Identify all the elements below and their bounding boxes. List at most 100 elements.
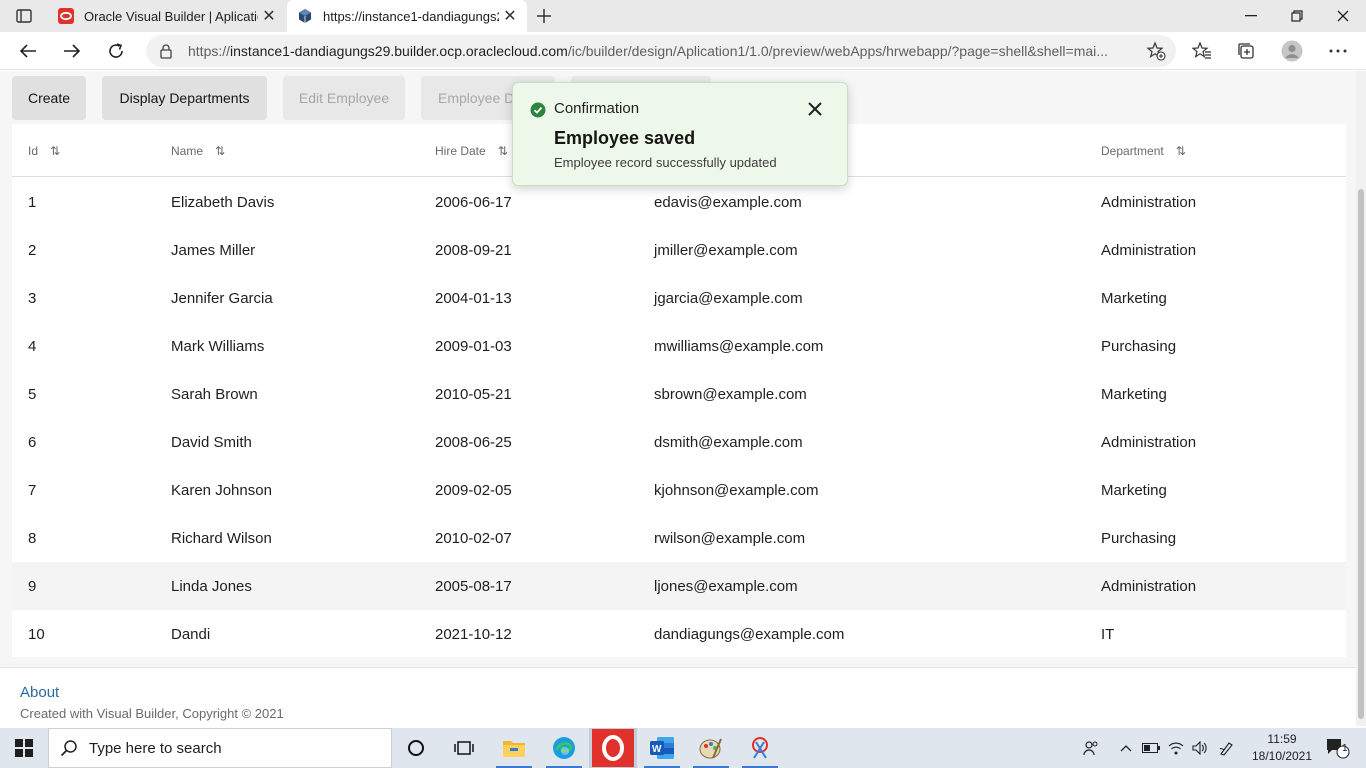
cell-name: David Smith — [171, 434, 252, 451]
about-link[interactable]: About — [20, 684, 59, 701]
table-row[interactable]: 7 Karen Johnson 2009-02-05 kjohnson@exam… — [12, 466, 1346, 514]
cell-id: 1 — [28, 194, 37, 211]
cube-icon — [297, 8, 313, 24]
refresh-icon[interactable] — [100, 36, 132, 66]
sort-icon[interactable]: ⇅ — [1176, 144, 1186, 158]
cell-email: kjohnson@example.com — [654, 482, 819, 499]
toast-title: Employee saved — [554, 128, 696, 148]
table-row[interactable]: 10 Dandi 2021-10-12 dandiagungs@example.… — [12, 610, 1346, 658]
cell-department: Purchasing — [1101, 338, 1177, 355]
column-header-id[interactable]: Id ⇅ — [28, 144, 60, 158]
cell-department: Administration — [1101, 194, 1197, 211]
address-bar[interactable]: https://instance1-dandiagungs29.builder.… — [146, 35, 1176, 67]
more-menu-icon[interactable] — [1322, 36, 1354, 66]
cell-name: Jennifer Garcia — [171, 290, 273, 307]
system-clock[interactable]: 11:59 18/10/2021 — [1244, 731, 1320, 765]
action-center-icon[interactable]: 1 — [1320, 728, 1356, 768]
back-icon[interactable] — [12, 36, 44, 66]
page-scrollbar[interactable] — [1356, 71, 1366, 726]
browser-tab-visual-builder[interactable]: Oracle Visual Builder | Aplication ✕ — [48, 0, 286, 32]
wifi-icon[interactable] — [1164, 728, 1188, 768]
cell-name: Karen Johnson — [171, 482, 272, 499]
url-host: instance1-dandiagungs29.builder.ocp.orac… — [230, 43, 568, 59]
svg-text:W: W — [652, 744, 662, 755]
sort-icon[interactable]: ⇅ — [50, 144, 60, 158]
cell-department: IT — [1101, 626, 1115, 643]
cell-hire-date: 2004-01-13 — [435, 290, 512, 307]
edge-browser-icon[interactable] — [540, 728, 588, 768]
sort-icon[interactable]: ⇅ — [215, 144, 225, 158]
restore-icon[interactable] — [1274, 0, 1320, 32]
copyright-text: Created with Visual Builder, Copyright ©… — [20, 706, 284, 721]
people-icon[interactable] — [1078, 728, 1104, 768]
opera-browser-icon[interactable] — [589, 728, 637, 768]
search-placeholder: Type here to search — [89, 739, 222, 757]
profile-avatar-icon[interactable] — [1276, 36, 1308, 66]
task-view-icon[interactable] — [440, 728, 488, 768]
edit-employee-button[interactable]: Edit Employee — [283, 76, 405, 120]
employees-table: Id ⇅ Name ⇅ Hire Date ⇅ Department ⇅ 1 Eliza… — [12, 124, 1346, 657]
cell-name: Richard Wilson — [171, 530, 272, 547]
cell-hire-date: 2009-02-05 — [435, 482, 512, 499]
collections-icon[interactable] — [1230, 36, 1262, 66]
snipping-tool-icon[interactable] — [736, 728, 784, 768]
file-explorer-icon[interactable] — [490, 728, 538, 768]
scrollbar-thumb[interactable] — [1358, 189, 1364, 719]
paint-icon[interactable] — [687, 728, 735, 768]
column-header-hire-date[interactable]: Hire Date ⇅ — [435, 144, 508, 158]
battery-icon[interactable] — [1140, 728, 1162, 768]
cell-name: Sarah Brown — [171, 386, 258, 403]
close-tab-icon[interactable]: ✕ — [499, 5, 521, 27]
display-departments-button[interactable]: Display Departments — [102, 76, 267, 120]
pen-workspace-icon[interactable] — [1214, 728, 1240, 768]
cell-email: dandiagungs@example.com — [654, 626, 845, 643]
column-label: Hire Date — [435, 144, 486, 158]
word-icon[interactable]: W — [638, 728, 686, 768]
tab-label: Oracle Visual Builder | Aplication — [84, 8, 258, 24]
toast-message: Employee record successfully updated — [554, 155, 777, 170]
tab-actions-icon[interactable] — [10, 7, 38, 25]
close-toast-icon[interactable] — [805, 99, 825, 119]
table-row[interactable]: 9 Linda Jones 2005-08-17 ljones@example.… — [12, 562, 1346, 610]
create-button[interactable]: Create — [12, 76, 86, 120]
cell-hire-date: 2008-09-21 — [435, 242, 512, 259]
cell-name: Mark Williams — [171, 338, 265, 355]
cortana-icon[interactable] — [392, 728, 440, 768]
cell-email: jgarcia@example.com — [654, 290, 803, 307]
cell-id: 4 — [28, 338, 37, 355]
url-text[interactable]: https://instance1-dandiagungs29.builder.… — [188, 43, 1128, 59]
close-tab-icon[interactable]: ✕ — [258, 5, 280, 27]
column-header-name[interactable]: Name ⇅ — [171, 144, 225, 158]
volume-icon[interactable] — [1188, 728, 1212, 768]
cell-id: 5 — [28, 386, 37, 403]
clock-time: 11:59 — [1267, 732, 1297, 746]
table-row[interactable]: 3 Jennifer Garcia 2004-01-13 jgarcia@exa… — [12, 274, 1346, 322]
cell-hire-date: 2010-02-07 — [435, 530, 512, 547]
forward-icon[interactable] — [56, 36, 88, 66]
minimize-icon[interactable] — [1228, 0, 1274, 32]
table-row[interactable]: 6 David Smith 2008-06-25 dsmith@example.… — [12, 418, 1346, 466]
cell-hire-date: 2010-05-21 — [435, 386, 512, 403]
cell-hire-date: 2006-06-17 — [435, 194, 512, 211]
tab-label: https://instance1-dandiagungs29 — [323, 8, 499, 24]
sort-icon[interactable]: ⇅ — [498, 144, 508, 158]
oracle-icon — [58, 8, 74, 24]
cell-id: 7 — [28, 482, 37, 499]
browser-tab-preview[interactable]: https://instance1-dandiagungs29 ✕ — [287, 0, 527, 32]
cell-hire-date: 2008-06-25 — [435, 434, 512, 451]
table-row[interactable]: 2 James Miller 2008-09-21 jmiller@exampl… — [12, 226, 1346, 274]
table-row[interactable]: 8 Richard Wilson 2010-02-07 rwilson@exam… — [12, 514, 1346, 562]
table-row[interactable]: 5 Sarah Brown 2010-05-21 sbrown@example.… — [12, 370, 1346, 418]
windows-start-icon[interactable] — [0, 728, 48, 768]
column-label: Id — [28, 144, 39, 158]
taskbar-search-box[interactable]: Type here to search — [48, 728, 392, 768]
close-window-icon[interactable] — [1320, 0, 1366, 32]
chevron-up-icon[interactable] — [1116, 728, 1136, 768]
cell-name: Elizabeth Davis — [171, 194, 275, 211]
cell-department: Administration — [1101, 578, 1197, 595]
table-row[interactable]: 4 Mark Williams 2009-01-03 mwilliams@exa… — [12, 322, 1346, 370]
add-favorite-icon[interactable] — [1146, 41, 1166, 61]
new-tab-icon[interactable] — [532, 4, 556, 28]
favorites-icon[interactable] — [1186, 36, 1218, 66]
column-header-department[interactable]: Department ⇅ — [1101, 144, 1186, 158]
